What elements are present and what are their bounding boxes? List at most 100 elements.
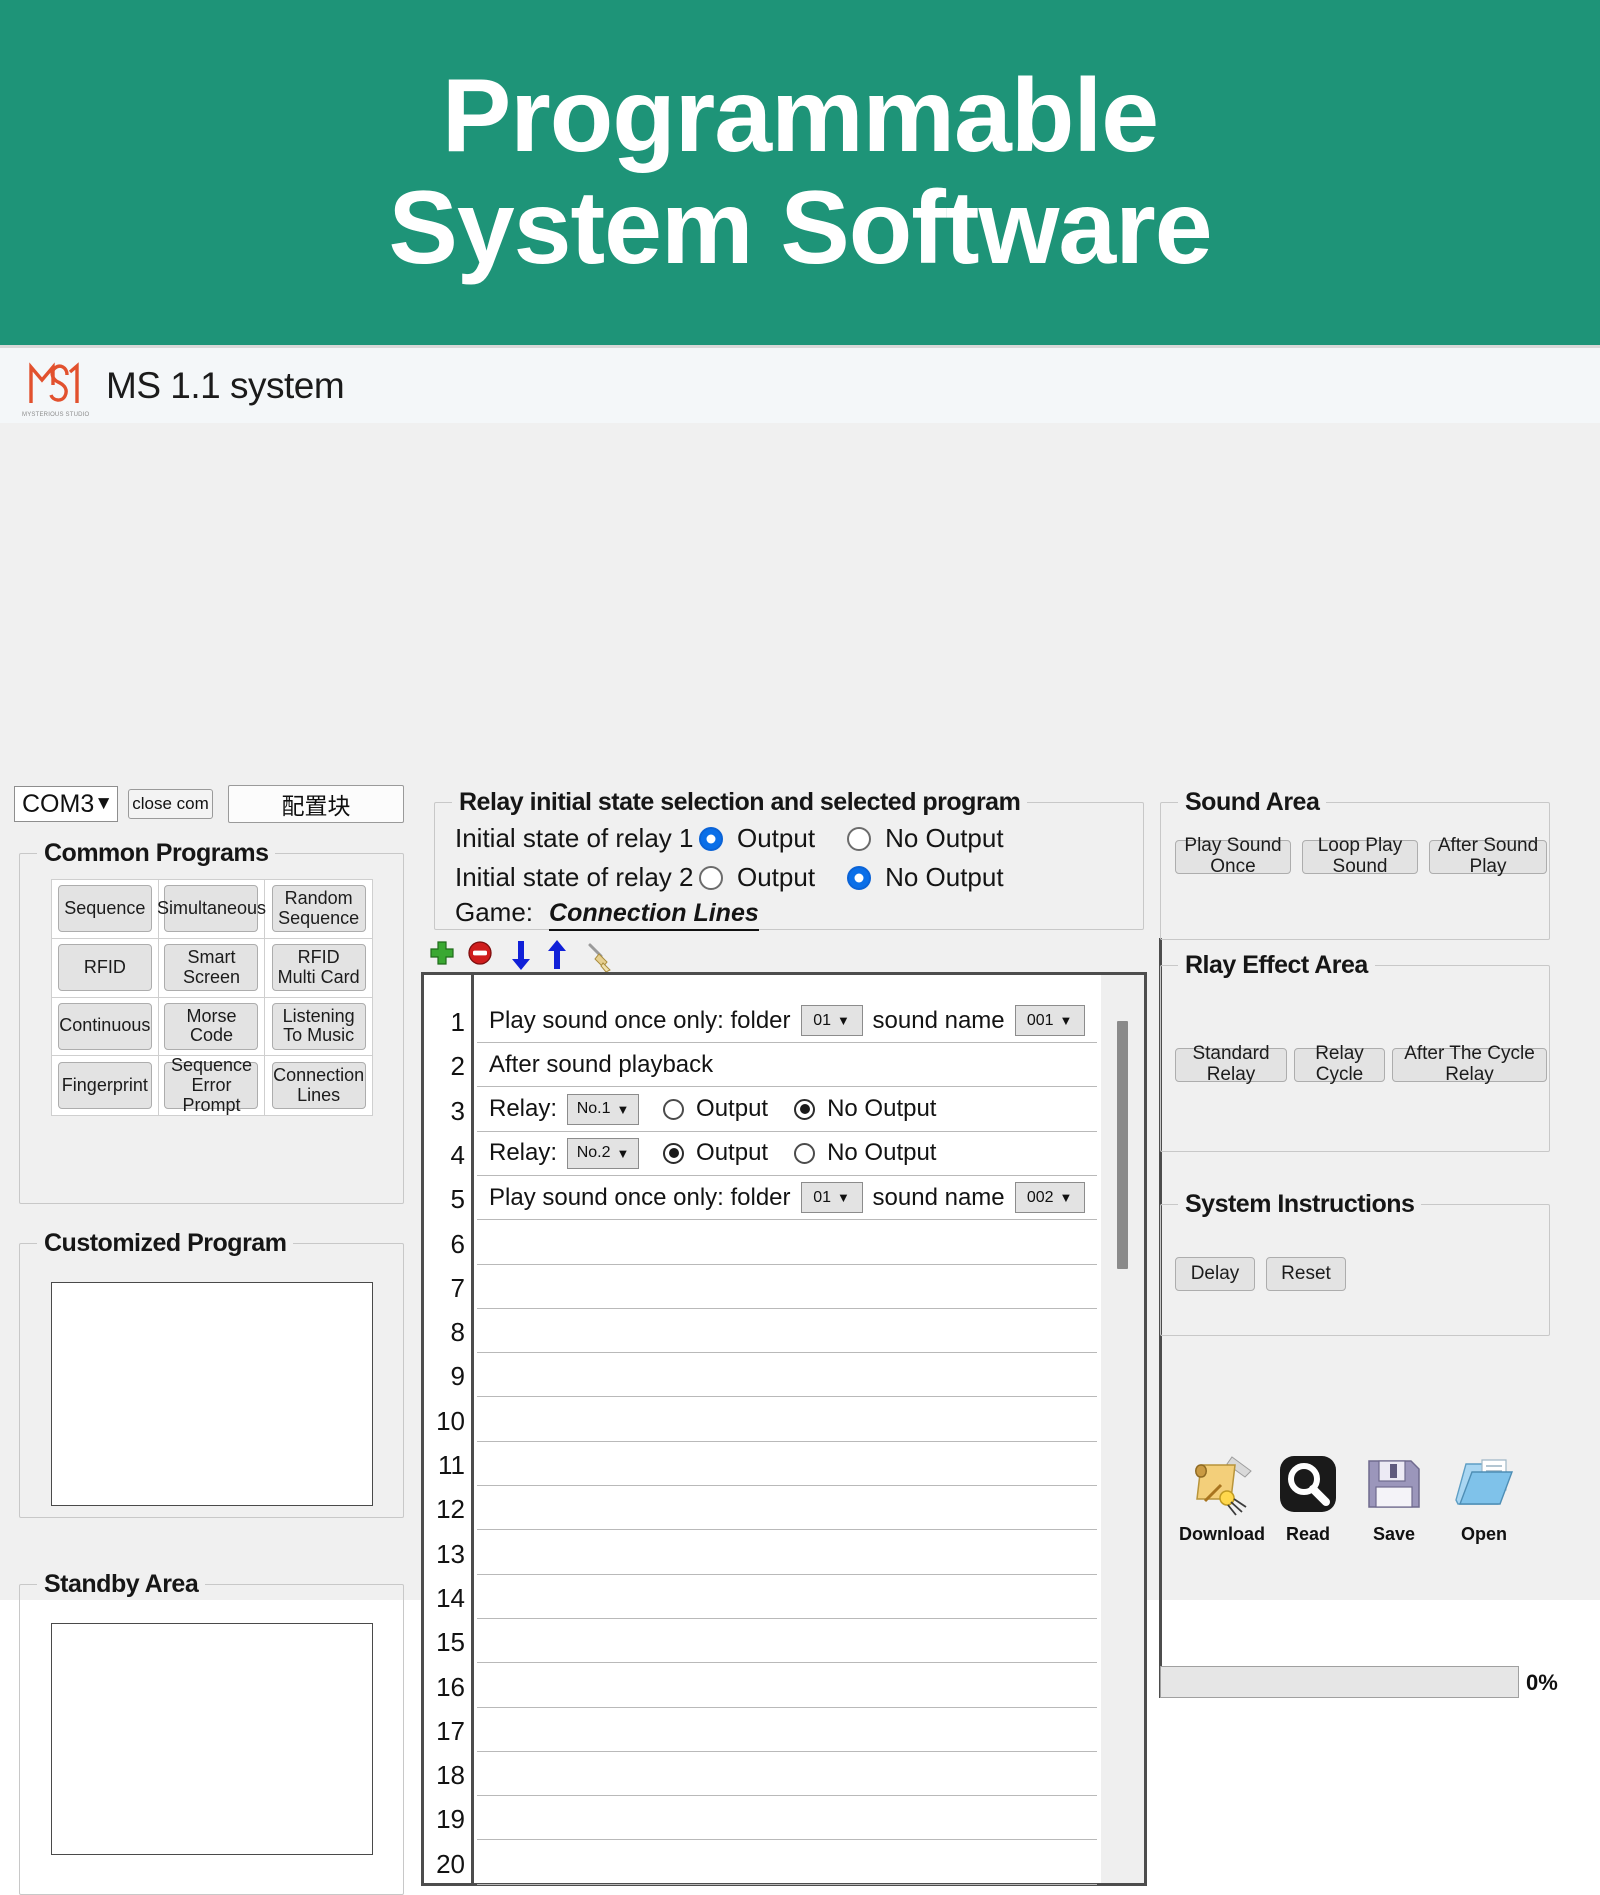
com-port-select[interactable]: COM3 ▼ bbox=[14, 786, 118, 822]
folder-select[interactable]: 01 ▼ bbox=[800, 1182, 863, 1214]
relay-1-no-output-label: No Output bbox=[885, 823, 1004, 853]
relay-effect-button-after-the-cycle-relay[interactable]: After The Cycle Relay bbox=[1392, 1043, 1547, 1085]
program-list-row[interactable] bbox=[477, 1575, 1097, 1619]
program-button-fingerprint[interactable]: Fingerprint bbox=[57, 1062, 152, 1110]
program-list-row[interactable] bbox=[477, 1708, 1097, 1752]
row-output-option[interactable]: Output bbox=[663, 1139, 768, 1167]
row-number: 12 bbox=[436, 1494, 465, 1525]
row-output-radio[interactable] bbox=[663, 1098, 685, 1120]
system-button-delay[interactable]: Delay bbox=[1175, 1257, 1255, 1291]
row-number: 15 bbox=[436, 1627, 465, 1658]
relay-effect-button-relay-cycle[interactable]: Relay Cycle bbox=[1294, 1043, 1385, 1085]
cp-cell: Morse Code bbox=[158, 997, 266, 1057]
relay-initial-state-group: Relay initial state selection and select… bbox=[434, 788, 1144, 931]
program-list-row[interactable] bbox=[477, 1309, 1097, 1354]
relay-select[interactable]: No.2 ▼ bbox=[567, 1137, 640, 1169]
program-list-row[interactable] bbox=[477, 1353, 1097, 1398]
chevron-down-icon: ▼ bbox=[1059, 1013, 1073, 1028]
program-list-row[interactable]: Relay: No.1 ▼ Output No Output bbox=[477, 1088, 1097, 1132]
relay-1-no-output-radio[interactable] bbox=[847, 826, 872, 851]
progress-row: 0% bbox=[1160, 1666, 1560, 1698]
close-com-button[interactable]: close com bbox=[128, 789, 213, 819]
row-output-radio[interactable] bbox=[663, 1142, 685, 1164]
customized-program-canvas[interactable] bbox=[51, 1282, 373, 1506]
row-no-output-option[interactable]: No Output bbox=[794, 1095, 936, 1123]
row-no-output-label: No Output bbox=[827, 1095, 937, 1123]
download-action[interactable]: Download bbox=[1174, 1448, 1270, 1545]
relay-2-label: Initial state of relay 2 bbox=[455, 862, 694, 892]
program-button-rfid[interactable]: RFID bbox=[57, 944, 152, 992]
program-list-row[interactable] bbox=[477, 1398, 1097, 1442]
row-no-output-radio[interactable] bbox=[794, 1098, 816, 1120]
program-list-row[interactable]: Play sound once only: folder 01 ▼ sound nam… bbox=[477, 999, 1097, 1043]
sound-button-after-sound-play[interactable]: After Sound Play bbox=[1429, 835, 1547, 877]
program-list-row[interactable]: Play sound once only: folder 01 ▼ sound nam… bbox=[477, 1176, 1097, 1221]
program-list-row[interactable] bbox=[477, 1752, 1097, 1797]
program-button-rfid-multi-card[interactable]: RFID Multi Card bbox=[271, 944, 366, 992]
folder-select[interactable]: 01 ▼ bbox=[800, 1005, 863, 1036]
relay-effect-area-legend: Rlay Effect Area bbox=[1178, 951, 1375, 980]
relay-2-no-output-option[interactable]: No Output bbox=[847, 862, 1004, 893]
read-action[interactable]: Read bbox=[1260, 1448, 1356, 1545]
progress-bar bbox=[1160, 1666, 1519, 1698]
program-list-row[interactable]: After sound playback bbox=[477, 1043, 1097, 1088]
program-list-row[interactable] bbox=[477, 1841, 1097, 1885]
add-icon[interactable] bbox=[428, 939, 456, 972]
program-list-row[interactable] bbox=[477, 1531, 1097, 1575]
program-list-row[interactable]: Relay: No.2 ▼ Output No Output bbox=[477, 1132, 1097, 1176]
system-button-reset[interactable]: Reset bbox=[1266, 1257, 1346, 1291]
relay-1-output-label: Output bbox=[737, 823, 816, 853]
open-action[interactable]: Open bbox=[1436, 1448, 1532, 1545]
program-list-scrollbar[interactable] bbox=[1100, 975, 1144, 1883]
sound-button-play-sound-once[interactable]: Play Sound Once bbox=[1175, 835, 1291, 877]
config-block-button[interactable]: 配置块 bbox=[228, 785, 404, 823]
relay-1-no-output-option[interactable]: No Output bbox=[847, 823, 1004, 854]
program-button-continuous[interactable]: Continuous bbox=[57, 1002, 152, 1050]
delete-icon[interactable] bbox=[466, 939, 494, 972]
program-button-random-sequence[interactable]: Random Sequence bbox=[271, 885, 366, 933]
sound-name-select[interactable]: 001 ▼ bbox=[1014, 1005, 1085, 1036]
program-list-row[interactable] bbox=[477, 1221, 1097, 1265]
program-button-morse-code[interactable]: Morse Code bbox=[164, 1002, 259, 1050]
relay-1-output-radio[interactable] bbox=[699, 826, 723, 851]
program-button-smart-screen[interactable]: Smart Screen bbox=[164, 944, 259, 992]
program-list-row[interactable] bbox=[477, 1664, 1097, 1708]
logo-caption: MYSTERIOUS STUDIO bbox=[22, 411, 90, 418]
row-number: 1 bbox=[450, 1007, 465, 1037]
standby-area-canvas[interactable] bbox=[51, 1623, 373, 1855]
relay-2-output-option[interactable]: Output bbox=[699, 862, 815, 893]
common-programs-grid: Sequence Simultaneous Random Sequence RF… bbox=[51, 879, 373, 1116]
sound-name-select[interactable]: 002 ▼ bbox=[1014, 1182, 1085, 1214]
program-list-row[interactable] bbox=[477, 1265, 1097, 1309]
program-list-row[interactable] bbox=[477, 1486, 1097, 1531]
row-no-output-option[interactable]: No Output bbox=[794, 1139, 936, 1167]
program-list-row[interactable] bbox=[477, 1796, 1097, 1841]
move-up-icon[interactable] bbox=[544, 939, 570, 976]
move-down-icon[interactable] bbox=[508, 939, 534, 976]
relay-effect-button-standard-relay[interactable]: Standard Relay bbox=[1175, 1043, 1287, 1085]
sound-button-loop-play-sound[interactable]: Loop Play Sound bbox=[1302, 835, 1418, 877]
relay-select[interactable]: No.1 ▼ bbox=[567, 1093, 640, 1125]
cp-cell: Simultaneous bbox=[157, 880, 266, 939]
cp-cell: Fingerprint bbox=[52, 1056, 159, 1115]
program-button-sequence-error-prompt[interactable]: Sequence Error Prompt bbox=[164, 1055, 259, 1114]
program-button-listening-to-music[interactable]: Listening To Music bbox=[271, 1002, 366, 1050]
relay-2-no-output-label: No Output bbox=[885, 862, 1004, 892]
relay-2-output-radio[interactable] bbox=[699, 865, 723, 890]
folder-select-value: 01 bbox=[813, 1011, 831, 1029]
relay-1-output-option[interactable]: Output bbox=[699, 823, 815, 854]
program-button-connection-lines[interactable]: Connection Lines bbox=[271, 1062, 366, 1110]
relay-select-value: No.2 bbox=[576, 1144, 611, 1162]
save-action[interactable]: Save bbox=[1346, 1448, 1442, 1545]
program-list-row[interactable] bbox=[477, 1619, 1097, 1664]
program-button-simultaneous[interactable]: Simultaneous bbox=[157, 885, 266, 933]
chevron-down-icon: ▼ bbox=[616, 1101, 630, 1117]
program-list-row[interactable] bbox=[477, 1442, 1097, 1486]
row-no-output-radio[interactable] bbox=[794, 1142, 816, 1164]
scrollbar-thumb[interactable] bbox=[1117, 1021, 1128, 1269]
program-button-sequence[interactable]: Sequence bbox=[57, 885, 152, 933]
progress-percent-label: 0% bbox=[1526, 1670, 1558, 1695]
cp-cell: Smart Screen bbox=[158, 938, 266, 998]
row-output-option[interactable]: Output bbox=[663, 1095, 768, 1123]
relay-2-no-output-radio[interactable] bbox=[847, 865, 872, 890]
